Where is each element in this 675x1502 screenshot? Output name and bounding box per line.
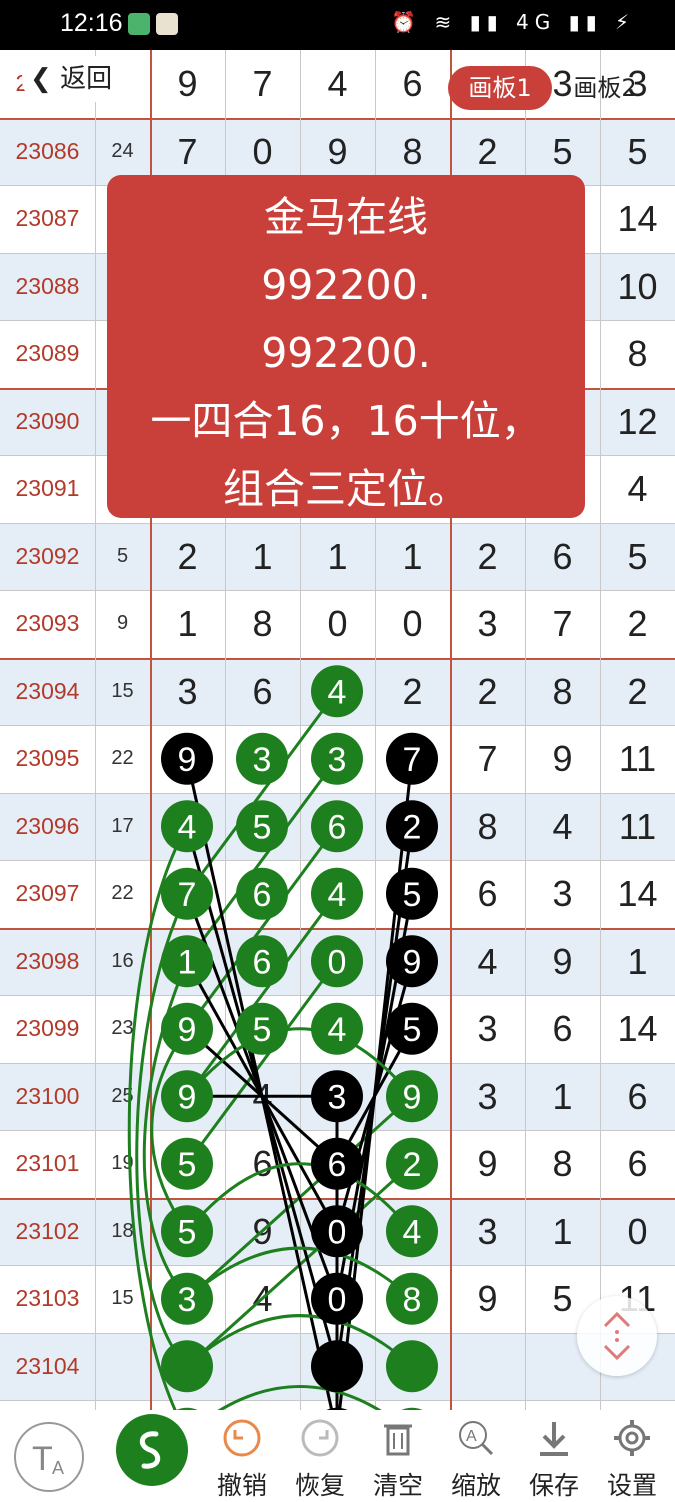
back-button[interactable]: ❮ 返回: [22, 56, 140, 102]
marked-digit-label: 6: [328, 1146, 347, 1184]
marked-digit-label: 4: [178, 808, 197, 846]
pen-stroke-icon: [139, 1431, 161, 1469]
marked-digit-label: 5: [403, 1011, 422, 1049]
marked-digit-label: 3: [253, 741, 272, 779]
clear-label: 清空: [372, 1471, 423, 1500]
banner-line: 一四合16，16十位，: [150, 397, 542, 445]
marked-digit-label: 2: [403, 808, 422, 846]
marked-digit-label: 9: [403, 1078, 422, 1116]
settings-label: 设置: [606, 1471, 657, 1500]
banner-line: 组合三定位。: [223, 465, 469, 513]
scroll-toggle-button[interactable]: [577, 1296, 657, 1376]
text-tool-button[interactable]: T A: [14, 1422, 84, 1492]
marked-digit-label: 9: [178, 1011, 197, 1049]
tab-board-1[interactable]: 画板1: [448, 66, 552, 110]
zoom-button[interactable]: A 缩放: [441, 1410, 511, 1500]
clear-button[interactable]: 清空: [363, 1410, 433, 1500]
marked-digit-circle: [386, 1340, 438, 1393]
marked-digit-label: 0: [328, 1213, 347, 1251]
chevron-left-icon: ❮: [30, 64, 52, 94]
marked-digit-label: 3: [328, 741, 347, 779]
marked-digit-label: 5: [253, 808, 272, 846]
drawn-curve: [217, 1385, 382, 1410]
drawn-curve: [185, 1314, 414, 1368]
marked-digit-label: 8: [403, 1281, 422, 1319]
status-bar: 12:16 ⏰ ≋ ▮▮ 4G ▮▮ ⚡: [0, 0, 675, 50]
marked-digit-label: 3: [328, 1078, 347, 1116]
undo-label: 撤销: [216, 1471, 267, 1500]
redo-button[interactable]: 恢复: [285, 1410, 355, 1500]
redo-label: 恢复: [294, 1471, 345, 1500]
download-icon: [540, 1422, 568, 1456]
status-icons: ⏰ ≋ ▮▮ 4G ▮▮ ⚡: [391, 10, 635, 34]
banner-line: 992200.: [261, 329, 431, 377]
marked-digit-label: 7: [403, 741, 422, 779]
save-button[interactable]: 保存: [519, 1410, 589, 1500]
marked-digit-label: 6: [328, 808, 347, 846]
svg-text:A: A: [466, 1428, 477, 1445]
svg-text:A: A: [52, 1458, 64, 1478]
marked-digit-label: 3: [178, 1281, 197, 1319]
gear-icon: [614, 1420, 650, 1456]
marked-digit-label: 5: [178, 1213, 197, 1251]
marked-digit-label: 6: [253, 876, 272, 914]
marked-digit-label: 9: [178, 741, 197, 779]
banner-line: 992200.: [261, 261, 431, 309]
pen-tool-button[interactable]: [116, 1414, 188, 1486]
drawn-line: [185, 892, 339, 1098]
marked-digit-label: 2: [403, 1146, 422, 1184]
marked-digit-label: 5: [253, 1011, 272, 1049]
marked-digit-label: 7: [178, 876, 197, 914]
redo-icon: [301, 1419, 339, 1457]
drawn-line: [185, 960, 339, 1165]
save-label: 保存: [528, 1471, 579, 1500]
settings-button[interactable]: 设置: [597, 1410, 667, 1500]
text-icon: T A: [32, 1440, 64, 1478]
app-icon: [156, 13, 178, 35]
marked-digit-label: 4: [328, 673, 347, 711]
marked-digit-label: 0: [328, 943, 347, 981]
scroll-arrows-icon: [603, 1311, 631, 1361]
drawn-curve: [150, 1027, 189, 1233]
marked-digit-label: 6: [253, 943, 272, 981]
marked-digit-label: 4: [403, 1213, 422, 1251]
marked-digit-label: 4: [328, 876, 347, 914]
tab-board-2[interactable]: 画板2: [560, 66, 650, 110]
drawn-curve: [185, 1246, 414, 1300]
banner-line: 金马在线: [264, 193, 428, 241]
svg-text:T: T: [32, 1440, 53, 1478]
status-time: 12:16: [60, 9, 123, 37]
marked-digit-label: 9: [403, 943, 422, 981]
bottom-toolbar: T A 撤销 恢复 清空 A 缩放 保存 设置: [0, 1410, 675, 1500]
announcement-banner: 金马在线 992200. 992200. 一四合16，16十位， 组合三定位。: [107, 175, 585, 518]
marked-digit-label: 1: [178, 943, 197, 981]
marked-digit-circle: [311, 1340, 363, 1393]
trash-icon: [384, 1424, 412, 1456]
marked-digit-label: 5: [403, 876, 422, 914]
app-icon: [128, 13, 150, 35]
undo-icon: [223, 1419, 261, 1457]
zoom-icon: A: [459, 1421, 494, 1456]
marked-digit-label: 4: [328, 1011, 347, 1049]
marked-digit-label: 0: [328, 1281, 347, 1319]
marked-digit-label: 5: [178, 1146, 197, 1184]
undo-button[interactable]: 撤销: [207, 1410, 277, 1500]
zoom-label: 缩放: [450, 1471, 501, 1500]
marked-digit-label: 9: [178, 1078, 197, 1116]
marked-digit-circle: [161, 1340, 213, 1393]
back-label: 返回: [60, 64, 113, 94]
